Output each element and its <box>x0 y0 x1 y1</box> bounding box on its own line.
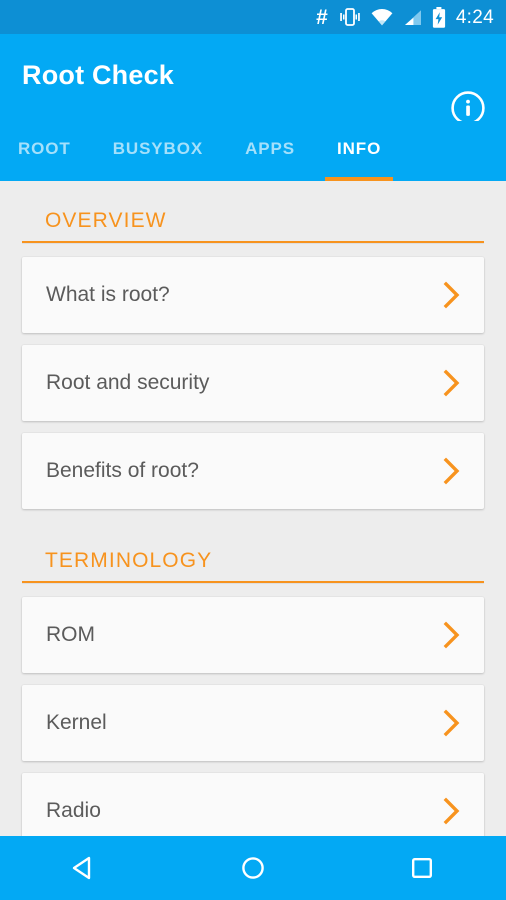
tab-info[interactable]: INFO <box>324 121 394 181</box>
section-terminology: TERMINOLOGY ROM Kernel Radio <box>0 521 506 836</box>
page-title: Root Check <box>22 60 175 90</box>
content-scroll-area[interactable]: OVERVIEW What is root? Root and security <box>0 181 506 836</box>
list-item-label: ROM <box>46 623 95 646</box>
recents-square-icon[interactable] <box>387 836 457 900</box>
status-bar-clock: 4:24 <box>455 6 494 28</box>
home-circle-icon[interactable] <box>218 836 288 900</box>
section-overview-list: What is root? Root and security Benefits… <box>0 243 506 509</box>
list-item[interactable]: Root and security <box>22 345 484 421</box>
section-overview: OVERVIEW What is root? Root and security <box>0 181 506 509</box>
tab-root[interactable]: ROOT <box>18 121 71 181</box>
section-terminology-header: TERMINOLOGY <box>0 521 506 583</box>
battery-charging-icon <box>432 6 446 28</box>
cellular-signal-icon <box>403 9 422 26</box>
list-item[interactable]: ROM <box>22 597 484 673</box>
list-item-label: What is root? <box>46 283 170 306</box>
chevron-right-icon <box>442 620 462 650</box>
chevron-right-icon <box>442 456 462 486</box>
list-item[interactable]: Kernel <box>22 685 484 761</box>
section-overview-header: OVERVIEW <box>0 181 506 243</box>
tab-busybox-label: BUSYBOX <box>112 139 204 158</box>
chevron-right-icon <box>442 796 462 826</box>
list-item[interactable]: What is root? <box>22 257 484 333</box>
wifi-icon <box>371 8 393 26</box>
chevron-right-icon <box>442 708 462 738</box>
hash-icon: # <box>316 5 328 29</box>
section-terminology-title: TERMINOLOGY <box>45 549 213 572</box>
app-bar: Root Check <box>0 34 506 125</box>
tab-apps-label: APPS <box>245 139 295 158</box>
list-item-label: Root and security <box>46 371 210 394</box>
tab-root-label: ROOT <box>18 139 71 158</box>
list-item[interactable]: Benefits of root? <box>22 433 484 509</box>
phone-screen: # 4:24 Root Check ROOT BUSYBOX APPS INFO… <box>0 0 506 900</box>
tab-busybox[interactable]: BUSYBOX <box>113 121 203 181</box>
section-terminology-list: ROM Kernel Radio <box>0 583 506 836</box>
chevron-right-icon <box>442 368 462 398</box>
list-item[interactable]: Radio <box>22 773 484 836</box>
back-triangle-icon[interactable] <box>49 836 119 900</box>
tab-apps[interactable]: APPS <box>245 121 295 181</box>
status-bar: # 4:24 <box>0 0 506 34</box>
list-item-label: Radio <box>46 799 101 822</box>
section-overview-title: OVERVIEW <box>45 209 167 232</box>
list-item-label: Benefits of root? <box>46 459 199 482</box>
tab-info-label: INFO <box>337 139 382 158</box>
android-navigation-bar <box>0 836 506 900</box>
chevron-right-icon <box>442 280 462 310</box>
vibrate-icon <box>339 8 361 26</box>
tab-bar: ROOT BUSYBOX APPS INFO <box>0 121 506 181</box>
list-item-label: Kernel <box>46 711 107 734</box>
